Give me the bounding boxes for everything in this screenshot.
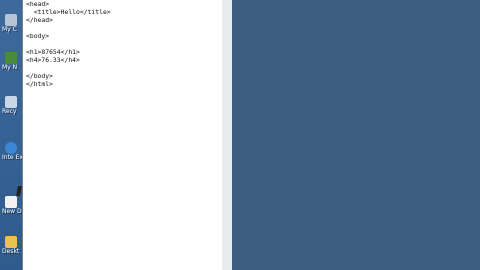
desktop-item-my-network[interactable]: My N [2, 52, 20, 71]
desktop-item-my-computer[interactable]: My C [2, 14, 20, 33]
desktop-item-internet-explorer[interactable]: Inte Exp [2, 142, 22, 161]
code-line: <h4>76.33</h4> [26, 56, 80, 64]
desktop-item-label: New Docu [2, 208, 22, 215]
desktop-item-new-document[interactable]: New Docu [2, 196, 22, 215]
desktop-item-label: Inte Exp [2, 154, 22, 161]
internet-explorer-icon [5, 142, 17, 154]
code-line: </html> [26, 80, 53, 88]
code-line: <body> [26, 32, 50, 40]
desktop-item-desktop-folder[interactable]: Deskt [2, 236, 20, 255]
desktop-background [232, 0, 480, 270]
code-line: </body> [26, 72, 53, 80]
code-line: </head> [26, 16, 53, 24]
desktop-item-recycle-bin[interactable]: Recy [2, 96, 20, 115]
code-line: <head> [26, 0, 50, 8]
code-line: <h1>87654</h1> [26, 48, 80, 56]
desktop-item-label: Deskt [2, 248, 20, 255]
my-network-icon [5, 52, 17, 64]
desktop-item-label: My N [2, 64, 18, 71]
code-line: <title>Hello</title> [26, 8, 111, 16]
window-gap [222, 0, 232, 270]
recycle-bin-icon [5, 96, 17, 108]
my-computer-icon [5, 14, 17, 26]
desktop-item-label: My C [2, 26, 17, 33]
desktop-item-label: Recy [2, 108, 17, 115]
editor-text-area[interactable]: <head> <title>Hello</title> </head> <bod… [26, 0, 111, 88]
desktop-icons-strip: My C My N Recy Inte Exp New Docu Deskt [0, 0, 22, 270]
desktop-folder-icon [5, 236, 17, 248]
text-editor-window[interactable]: <head> <title>Hello</title> </head> <bod… [22, 0, 223, 270]
new-document-icon [5, 196, 17, 208]
